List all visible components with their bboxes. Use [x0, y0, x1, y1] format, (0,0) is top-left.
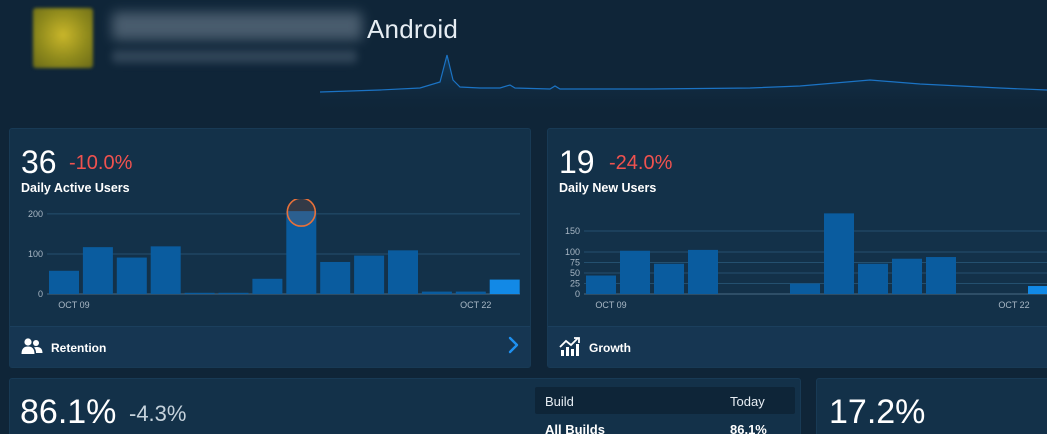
app-subtitle-redacted	[112, 50, 357, 63]
dau-bar-chart[interactable]: 0 100 200 OCT 09 OCT 22	[10, 199, 532, 319]
dnu-value: 19	[559, 144, 595, 180]
build-table: Build Today All Builds 86.1%	[535, 387, 795, 434]
growth-footer[interactable]: Growth	[548, 326, 1047, 367]
dau-title: Daily Active Users	[21, 181, 130, 195]
platform-label: Android	[367, 14, 459, 44]
dnu-x-tick-label: OCT 22	[998, 300, 1029, 310]
dau-bar[interactable]	[116, 257, 147, 294]
dnu-bar[interactable]	[586, 275, 616, 294]
dnu-bar[interactable]	[1028, 286, 1047, 294]
dau-y-tick-label: 0	[38, 289, 43, 299]
dau-bar[interactable]	[320, 261, 351, 294]
right-summary-card[interactable]: 17.2%	[816, 378, 1047, 434]
dnu-bar[interactable]	[620, 250, 650, 294]
dau-bar[interactable]	[354, 255, 385, 294]
dau-hover-marker	[286, 199, 317, 227]
retention-value: 86.1%	[20, 393, 117, 431]
build-name: All Builds	[545, 422, 605, 434]
dnu-delta: -24.0%	[609, 152, 673, 174]
dau-bar[interactable]	[150, 246, 181, 294]
dau-bar[interactable]	[421, 291, 452, 294]
dnu-bar[interactable]	[926, 257, 956, 294]
retention-summary-card[interactable]: 86.1% -4.3% Build Today All Builds 86.1%	[9, 378, 801, 434]
dnu-title: Daily New Users	[559, 181, 657, 195]
build-table-header: Build Today	[535, 387, 795, 414]
dau-bar[interactable]	[184, 292, 215, 294]
dnu-y-tick-label: 50	[570, 268, 580, 278]
app-header: Android	[0, 0, 1047, 115]
dau-value: 36	[21, 144, 57, 180]
retention-footer[interactable]: Retention	[10, 326, 530, 367]
dau-x-tick-label: OCT 09	[58, 300, 89, 310]
app-icon	[33, 8, 93, 68]
dau-bar[interactable]	[82, 247, 113, 294]
daily-new-users-card[interactable]: 19 -24.0% Daily New Users 0 25 50 75 100 150 O…	[547, 128, 1047, 368]
dau-bar[interactable]	[455, 291, 486, 294]
dnu-bar-chart[interactable]: 0255075100 150 OCT 09 OCT 22	[548, 199, 1047, 319]
today-column-header[interactable]: Today	[730, 394, 765, 409]
dnu-x-tick-label: OCT 09	[595, 300, 626, 310]
dnu-bar[interactable]	[688, 249, 718, 294]
retention-delta: -4.3%	[129, 401, 187, 426]
dau-bar[interactable]	[49, 270, 79, 294]
app-name-redacted	[112, 12, 362, 40]
dau-bar[interactable]	[489, 279, 520, 294]
dnu-y-tick-label: 100	[565, 247, 580, 257]
dau-y-tick-label: 200	[28, 209, 43, 219]
growth-chart-icon	[559, 337, 580, 356]
table-row[interactable]: All Builds 86.1%	[535, 414, 795, 434]
dau-delta: -10.0%	[69, 152, 133, 174]
retention-label: Retention	[51, 341, 107, 355]
chevron-right-icon[interactable]	[508, 336, 520, 354]
growth-label: Growth	[589, 341, 631, 355]
daily-active-users-card[interactable]: 36 -10.0% Daily Active Users 0 100 200 OCT …	[9, 128, 531, 368]
dnu-bar[interactable]	[654, 263, 684, 294]
dau-bar[interactable]	[388, 250, 418, 294]
dnu-y-tick-label: 0	[575, 289, 580, 299]
right-summary-value: 17.2%	[829, 393, 926, 431]
dnu-bar[interactable]	[824, 213, 854, 294]
users-icon	[21, 338, 43, 354]
dau-bar[interactable]	[218, 292, 249, 294]
dnu-bar[interactable]	[858, 263, 888, 294]
dau-x-tick-label: OCT 22	[460, 300, 491, 310]
dnu-bar[interactable]	[892, 258, 922, 294]
build-column-header[interactable]: Build	[545, 394, 574, 409]
build-today-value: 86.1%	[730, 422, 767, 434]
dnu-y-tick-label: 150	[565, 226, 580, 236]
dnu-bar[interactable]	[790, 283, 820, 295]
dau-bar[interactable]	[252, 278, 283, 294]
dau-y-tick-label: 100	[28, 249, 43, 259]
dnu-y-tick-label: 75	[570, 258, 580, 268]
dnu-y-tick-label: 25	[570, 279, 580, 289]
